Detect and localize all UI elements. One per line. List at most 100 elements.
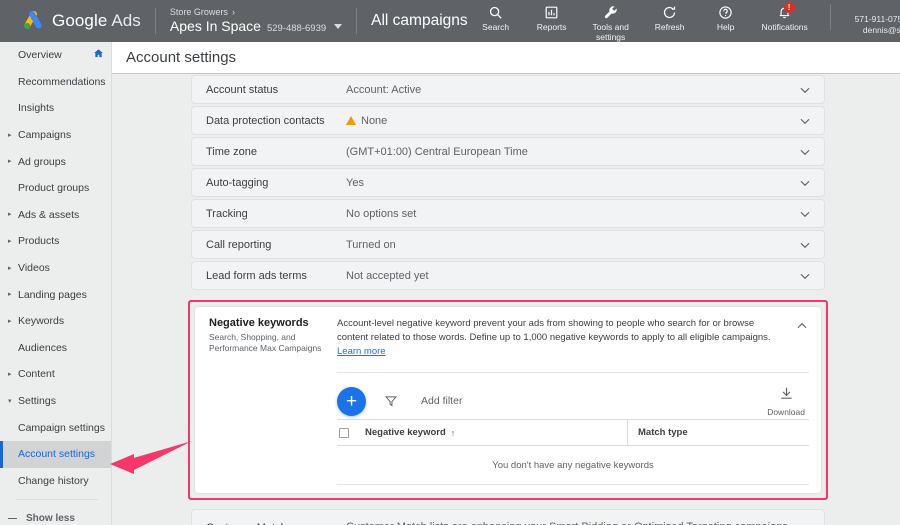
account-selector[interactable]: Store Growers › Apes In Space 529-488-69… bbox=[169, 0, 343, 42]
sidebar-item-overview[interactable]: Overview bbox=[0, 42, 112, 69]
setting-row-account-status[interactable]: Account status Account: Active bbox=[191, 75, 825, 104]
sidebar-label-ad-groups: Ad groups bbox=[18, 155, 66, 168]
setting-row-call-reporting[interactable]: Call reporting Turned on bbox=[191, 230, 825, 259]
account-name: Apes In Space bbox=[169, 18, 261, 35]
reports-button[interactable]: Reports bbox=[524, 4, 580, 33]
chevron-down-icon[interactable] bbox=[798, 145, 812, 159]
sidebar-item-content[interactable]: ▸ Content bbox=[0, 361, 112, 388]
sidebar-show-less-button[interactable]: Show less bbox=[0, 505, 112, 525]
account-current: Apes In Space 529-488-6939 bbox=[169, 18, 343, 35]
select-all-checkbox[interactable] bbox=[339, 427, 349, 438]
setting-row-data-protection-contacts[interactable]: Data protection contacts None bbox=[191, 106, 825, 135]
setting-value-wrap: (GMT+01:00) Central European Time bbox=[346, 146, 798, 158]
setting-label: Lead form ads terms bbox=[206, 269, 307, 282]
column-header-match-type: Match type bbox=[638, 427, 688, 439]
setting-row-customer-match[interactable]: Customer Match Customer Match lists are … bbox=[191, 509, 825, 525]
sidebar-label-account-settings: Account settings bbox=[18, 448, 96, 461]
brand-logo-group[interactable]: Google Ads bbox=[0, 0, 141, 42]
setting-value-wrap: Account: Active bbox=[346, 84, 798, 96]
setting-label: Tracking bbox=[206, 207, 248, 220]
user-identity: 571-911-0757 Store Growers dennis@storeg… bbox=[855, 4, 900, 46]
sidebar-item-campaign-settings[interactable]: Campaign settings bbox=[0, 414, 112, 441]
brand-ads-text: Ads bbox=[111, 11, 141, 30]
chevron-up-icon[interactable] bbox=[795, 317, 809, 338]
setting-label: Call reporting bbox=[206, 238, 272, 251]
search-button[interactable]: Search bbox=[468, 4, 524, 33]
help-label: Help bbox=[716, 22, 735, 32]
setting-row-time-zone[interactable]: Time zone (GMT+01:00) Central European T… bbox=[191, 137, 825, 166]
sidebar-item-recommendations[interactable]: Recommendations bbox=[0, 69, 112, 96]
chevron-down-icon[interactable] bbox=[798, 176, 812, 190]
setting-value: None bbox=[361, 114, 388, 127]
add-negative-keyword-button[interactable]: + bbox=[337, 386, 366, 416]
setting-row-tracking[interactable]: Tracking No options set bbox=[191, 199, 825, 228]
download-label: Download bbox=[767, 406, 805, 417]
chevron-down-icon[interactable] bbox=[334, 24, 343, 30]
refresh-label: Refresh bbox=[654, 22, 685, 32]
notifications-label: Notifications bbox=[761, 22, 808, 32]
filter-icon[interactable] bbox=[384, 394, 398, 408]
setting-label: Data protection contacts bbox=[206, 114, 325, 127]
notifications-button[interactable]: ! Notifications bbox=[754, 2, 816, 33]
sidebar-item-product-groups[interactable]: Product groups bbox=[0, 175, 112, 202]
chevron-down-icon[interactable] bbox=[798, 269, 812, 283]
chevron-down-icon[interactable] bbox=[798, 207, 812, 221]
left-sidebar-navigation: Overview Recommendations Insights ▸ Camp… bbox=[0, 42, 112, 525]
chevron-right-icon: ▸ bbox=[8, 291, 12, 299]
sidebar-item-audiences[interactable]: Audiences bbox=[0, 335, 112, 362]
sidebar-label-content: Content bbox=[18, 368, 55, 381]
sidebar-label-products: Products bbox=[18, 235, 60, 248]
main-content-area: Account status Account: Active Data prot… bbox=[112, 75, 900, 525]
sidebar-item-products[interactable]: ▸ Products bbox=[0, 228, 112, 255]
tools-and-settings-label: Tools and settings bbox=[592, 22, 629, 42]
chevron-down-icon[interactable] bbox=[798, 114, 812, 128]
sidebar-item-insights[interactable]: Insights bbox=[0, 95, 112, 122]
minus-icon bbox=[8, 517, 17, 520]
negative-keywords-highlight-box: Negative keywords Search, Shopping, and … bbox=[188, 300, 828, 501]
chevron-down-icon[interactable] bbox=[798, 238, 812, 252]
selected-indicator-bar bbox=[0, 440, 3, 468]
setting-value-wrap: No options set bbox=[346, 208, 798, 220]
learn-more-link[interactable]: Learn more bbox=[337, 346, 386, 357]
sidebar-label-videos: Videos bbox=[18, 262, 50, 275]
sidebar-item-campaigns[interactable]: ▸ Campaigns bbox=[0, 122, 112, 149]
setting-row-lead-form-ads-terms[interactable]: Lead form ads terms Not accepted yet bbox=[191, 261, 825, 290]
table-header-row: Negative keyword ↑ Match type bbox=[337, 420, 809, 447]
sidebar-item-change-history[interactable]: Change history bbox=[0, 468, 112, 495]
setting-row-auto-tagging[interactable]: Auto-tagging Yes bbox=[191, 168, 825, 197]
sort-ascending-icon[interactable]: ↑ bbox=[451, 428, 456, 438]
help-button[interactable]: Help bbox=[698, 4, 754, 33]
user-account-id: 571-911-0757 Store Growers bbox=[854, 14, 900, 25]
sidebar-item-ad-groups[interactable]: ▸ Ad groups bbox=[0, 148, 112, 175]
download-button[interactable]: Download bbox=[767, 386, 805, 417]
customer-match-value: Customer Match lists are enhancing your … bbox=[346, 520, 798, 525]
account-parent-name: Store Growers bbox=[169, 6, 228, 17]
home-icon bbox=[93, 48, 104, 62]
sidebar-label-product-groups: Product groups bbox=[18, 182, 90, 195]
setting-value: No options set bbox=[346, 207, 417, 220]
tools-and-settings-button[interactable]: Tools and settings bbox=[580, 4, 642, 43]
notifications-badge: ! bbox=[783, 2, 795, 13]
sidebar-divider bbox=[16, 499, 98, 501]
table-header-cell-match-type[interactable]: Match type bbox=[627, 420, 809, 446]
sidebar-item-keywords[interactable]: ▸ Keywords bbox=[0, 308, 112, 335]
sidebar-item-videos[interactable]: ▸ Videos bbox=[0, 255, 112, 282]
brand-title: Google Ads bbox=[52, 11, 141, 31]
sidebar-item-ads-and-assets[interactable]: ▸ Ads & assets bbox=[0, 202, 112, 229]
table-header-cell-keyword[interactable]: Negative keyword ↑ bbox=[337, 427, 627, 438]
sidebar-item-landing-pages[interactable]: ▸ Landing pages bbox=[0, 281, 112, 308]
sidebar-item-account-settings[interactable]: Account settings bbox=[0, 440, 112, 468]
sidebar-item-settings[interactable]: ▾ Settings bbox=[0, 388, 112, 415]
chevron-right-icon: ▸ bbox=[8, 211, 12, 219]
context-label-all-campaigns[interactable]: All campaigns bbox=[371, 12, 468, 30]
search-label: Search bbox=[482, 22, 510, 32]
content-inner: Account status Account: Active Data prot… bbox=[112, 75, 900, 525]
setting-value: (GMT+01:00) Central European Time bbox=[346, 145, 528, 158]
chevron-down-icon[interactable] bbox=[798, 83, 812, 97]
user-email: dennis@storegrowers.com bbox=[862, 25, 900, 35]
chevron-down-icon[interactable] bbox=[798, 521, 812, 525]
add-filter-button[interactable]: Add filter bbox=[421, 395, 462, 407]
setting-label: Account status bbox=[206, 83, 279, 96]
setting-value: Not accepted yet bbox=[346, 269, 429, 282]
refresh-button[interactable]: Refresh bbox=[642, 4, 698, 33]
